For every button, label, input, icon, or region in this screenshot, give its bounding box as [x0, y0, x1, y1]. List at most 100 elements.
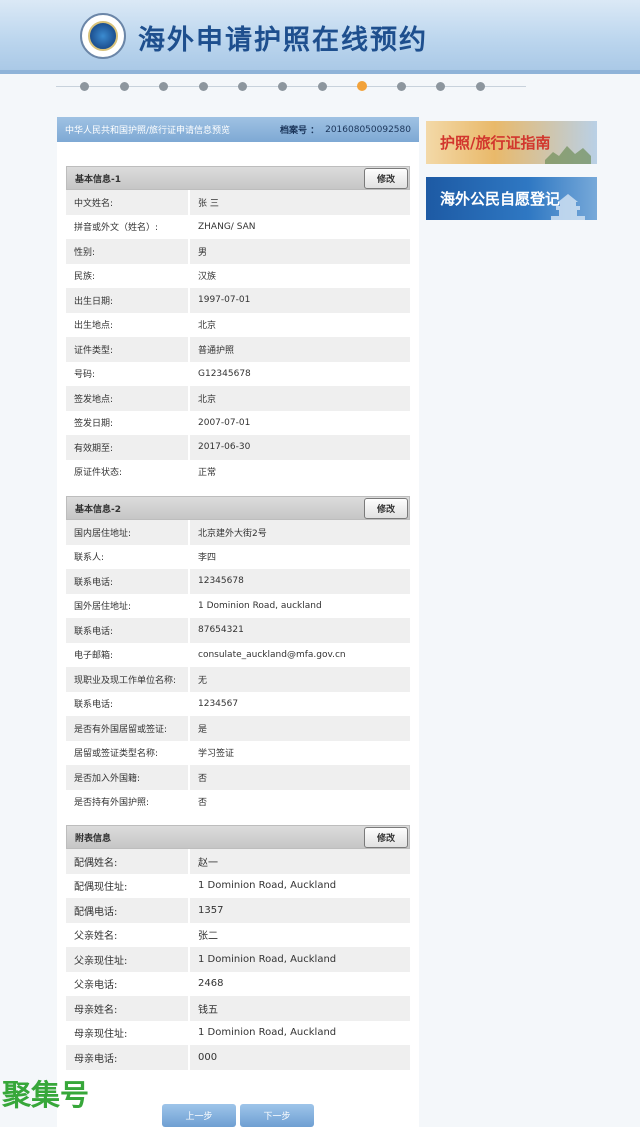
- field-label: 出生地点:: [74, 321, 114, 332]
- progress-step-dot: [436, 82, 446, 91]
- preview-panel: 中华人民共和国护照/旅行证申请信息预览 档案号 ： 20160805009258…: [57, 117, 419, 1127]
- info-row: 父亲姓名: 张二: [66, 923, 410, 948]
- progress-step-dot: [278, 82, 287, 91]
- field-label: 是否有外国居留或签证:: [66, 716, 188, 741]
- field-value: 87654321: [190, 618, 410, 643]
- info-row: 母亲姓名: 钱五: [66, 996, 410, 1021]
- step-progress: [56, 78, 526, 96]
- progress-step-dot: [198, 82, 208, 91]
- field-label: 联系人:: [74, 553, 105, 564]
- field-value: 000: [190, 1045, 410, 1070]
- info-row: 父亲电话: 2468: [66, 972, 410, 997]
- info-row: 电子邮箱: consulate_auckland@mfa.gov.cn: [66, 643, 410, 668]
- field-value: 1997-07-01: [190, 288, 410, 313]
- field-label: 性别:: [66, 239, 188, 264]
- info-row: 母亲电话: 000: [66, 1045, 410, 1070]
- info-row: 是否持有外国护照: 否: [66, 790, 410, 815]
- field-label: 是否持有外国护照:: [74, 798, 150, 809]
- edit-button[interactable]: 修改: [364, 827, 408, 848]
- info-row: 现职业及现工作单位名称: 无: [66, 667, 410, 692]
- section-basic-info-1: 基本信息-1 修改 中文姓名: 张 三拼音或外文（姓名）: ZHANG/ SAN 性别: 男…: [66, 166, 410, 484]
- field-label: 号码:: [74, 370, 96, 381]
- field-label: 现职业及现工作单位名称:: [66, 667, 188, 692]
- file-number-label: 档案号 ：: [279, 126, 320, 136]
- next-step-button[interactable]: 下一步: [240, 1104, 314, 1127]
- field-value: 汉族: [198, 272, 217, 283]
- field-label: 签发地点:: [66, 386, 188, 411]
- info-row: 出生日期: 1997-07-01: [66, 288, 410, 313]
- field-value: 12345678: [190, 569, 410, 594]
- info-row: 配偶电话: 1357: [66, 898, 410, 923]
- info-row: 联系人: 李四: [66, 545, 410, 570]
- info-row: 是否加入外国籍: 否: [66, 765, 410, 790]
- field-value: 正常: [198, 468, 217, 479]
- field-label: 配偶现住址:: [74, 882, 128, 894]
- field-label: 居留或签证类型名称:: [74, 749, 159, 760]
- progress-step-dot: [396, 82, 406, 91]
- field-value: 1357: [190, 898, 410, 923]
- info-row: 中文姓名: 张 三: [66, 190, 410, 215]
- field-label: 电子邮箱:: [74, 651, 114, 662]
- field-label: 签发日期:: [74, 419, 114, 430]
- field-label: 证件类型:: [66, 337, 188, 362]
- field-value: 普通护照: [190, 337, 410, 362]
- section-title: 基本信息-1: [75, 174, 121, 185]
- progress-step-dot: [357, 81, 368, 91]
- info-row: 配偶姓名: 赵一: [66, 849, 410, 874]
- field-label: 父亲电话:: [74, 980, 118, 992]
- field-value: 男: [190, 239, 410, 264]
- field-label: 国内居住地址:: [66, 520, 188, 545]
- field-value: 1234567: [198, 698, 239, 709]
- site-header: 海外申请护照在线预约: [0, 0, 640, 72]
- field-label: 国外居住地址:: [74, 602, 132, 613]
- field-label: 配偶电话:: [66, 898, 188, 923]
- field-value: 张 三: [190, 190, 410, 215]
- info-row: 性别: 男: [66, 239, 410, 264]
- prev-step-button[interactable]: 上一步: [162, 1104, 236, 1127]
- field-value: 北京建外大街2号: [190, 520, 410, 545]
- section-header: 基本信息-1 修改: [66, 166, 410, 190]
- field-value: 北京: [198, 321, 217, 332]
- info-row: 证件类型: 普通护照: [66, 337, 410, 362]
- progress-step-dot: [119, 82, 129, 91]
- info-row: 拼音或外文（姓名）: ZHANG/ SAN: [66, 215, 410, 240]
- section-header: 基本信息-2 修改: [66, 496, 410, 520]
- field-value: 1 Dominion Road, Auckland: [190, 947, 410, 972]
- info-row: 国外居住地址: 1 Dominion Road, auckland: [66, 594, 410, 619]
- edit-button[interactable]: 修改: [364, 168, 408, 189]
- info-row: 是否有外国居留或签证: 是: [66, 716, 410, 741]
- field-value: 李四: [198, 553, 217, 564]
- field-value: ZHANG/ SAN: [198, 221, 256, 232]
- section-title: 附表信息: [75, 833, 112, 844]
- field-value: 否: [198, 798, 208, 809]
- info-row: 签发日期: 2007-07-01: [66, 411, 410, 436]
- info-row: 联系电话: 1234567: [66, 692, 410, 717]
- info-row: 出生地点: 北京: [66, 313, 410, 338]
- field-value: 是: [190, 716, 410, 741]
- citizen-registration-banner[interactable]: 海外公民自愿登记: [426, 177, 597, 220]
- edit-button[interactable]: 修改: [364, 498, 408, 519]
- field-label: 父亲姓名:: [74, 931, 118, 943]
- field-label: 父亲现住址:: [66, 947, 188, 972]
- watermark-text: 聚集号: [2, 1078, 90, 1112]
- section-basic-info-2: 基本信息-2 修改 国内居住地址: 北京建外大街2号联系人: 李四联系电话: 123456…: [66, 496, 410, 814]
- info-row: 民族: 汉族: [66, 264, 410, 289]
- passport-guide-label: 护照/旅行证指南: [440, 134, 551, 152]
- field-label: 是否加入外国籍:: [66, 765, 188, 790]
- section-attached-info: 附表信息 修改 配偶姓名: 赵一配偶现住址: 1 Dominion Road, Auck…: [66, 825, 410, 1070]
- field-value: 钱五: [190, 996, 410, 1021]
- temple-of-heaven-icon: [551, 194, 585, 220]
- info-row: 联系电话: 87654321: [66, 618, 410, 643]
- field-label: 中文姓名:: [66, 190, 188, 215]
- progress-step-dot: [238, 82, 248, 91]
- info-row: 国内居住地址: 北京建外大街2号: [66, 520, 410, 545]
- field-label: 拼音或外文（姓名）:: [74, 223, 159, 234]
- panel-header: 中华人民共和国护照/旅行证申请信息预览 档案号 ： 20160805009258…: [57, 117, 419, 142]
- passport-guide-banner[interactable]: 护照/旅行证指南: [426, 121, 597, 164]
- file-number-value: 201608050092580: [325, 124, 411, 135]
- field-value: 1 Dominion Road, Auckland: [198, 880, 337, 892]
- field-label: 民族:: [74, 272, 96, 283]
- progress-step-dot: [476, 82, 485, 91]
- field-value: 2017-06-30: [190, 435, 410, 460]
- field-value: 1 Dominion Road, Auckland: [198, 1027, 337, 1039]
